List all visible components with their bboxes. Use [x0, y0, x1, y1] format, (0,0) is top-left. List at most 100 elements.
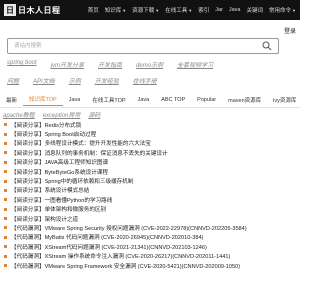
- list-item[interactable]: 【阅读分享】Spring Boot启动过程: [0, 129, 300, 138]
- list-item[interactable]: 【阅读分享】消息队列的事务机制：保证消息不丢失的关键设计: [0, 148, 300, 157]
- nav-item[interactable]: 关键词: [247, 6, 264, 14]
- nav-item[interactable]: 首页: [88, 6, 99, 14]
- category-tab[interactable]: 最新: [0, 96, 23, 104]
- list-item-title: 【阅读分享】系统设计模式总结: [11, 188, 90, 195]
- keyword-link[interactable]: 在线手册: [133, 76, 157, 85]
- list-item-title: 【代码漏洞】MyBatis 代码问题漏洞 (CVE-2020-26945)(CN…: [11, 235, 204, 242]
- list-item-title: 【阅读分享】Spring中的循环依赖和三级缓存机制: [11, 179, 134, 186]
- nav-item[interactable]: Java: [229, 7, 241, 13]
- keyword-links-row-1: spring boot jvm开发分享 开发指南 demo示例 全套视频学习: [7, 60, 213, 69]
- list-item[interactable]: 【阅读分享】Spring中的循环依赖和三级缓存机制: [0, 176, 300, 185]
- chevron-down-icon: ▼: [155, 8, 160, 13]
- list-item[interactable]: 【阅读分享】单体架构和微服务的区别: [0, 205, 300, 214]
- list-item-title: 【代码漏洞】VMware Spring Framework 安全漏洞 (CVE-…: [11, 263, 241, 270]
- keyword-link[interactable]: 开发经验: [95, 76, 119, 85]
- bullet-icon: [4, 141, 7, 145]
- list-item-title: 【阅读分享】单体架构和微服务的区别: [11, 207, 107, 214]
- bullet-icon: [4, 254, 7, 258]
- nav-item[interactable]: 在线工具▼: [165, 6, 192, 14]
- bullet-icon: [4, 217, 7, 221]
- bullet-icon: [4, 160, 7, 164]
- logo-mark: 日: [4, 4, 16, 16]
- category-tab[interactable]: ivy资源库: [267, 96, 302, 104]
- bullet-icon: [4, 188, 7, 192]
- bullet-icon: [4, 123, 7, 127]
- category-tab[interactable]: Java: [132, 97, 156, 103]
- keyword-link[interactable]: spring boot: [7, 60, 37, 69]
- bullet-icon: [4, 235, 7, 239]
- search-bar: [7, 38, 279, 54]
- list-item[interactable]: 【代码漏洞】XStream 操作系统命令注入漏洞 (CVE-2020-26217…: [0, 251, 300, 260]
- bullet-icon: [4, 226, 7, 230]
- keyword-link[interactable]: 全套视频学习: [177, 60, 213, 69]
- bullet-icon: [4, 264, 7, 268]
- list-item-title: 【阅读分享】架构设计之道: [11, 216, 79, 223]
- bullet-icon: [4, 151, 7, 155]
- category-tab[interactable]: maven资源库: [222, 96, 267, 104]
- login-link[interactable]: 登录: [284, 26, 296, 35]
- list-item[interactable]: 【代码漏洞】VMware Spring Framework 安全漏洞 (CVE-…: [0, 261, 300, 270]
- list-item-title: 【阅读分享】多线程设计模式：提升开发性能的六大法宝: [11, 141, 151, 148]
- list-item-title: 【阅读分享】消息队列的事务机制：保证消息不丢失的关键设计: [11, 150, 168, 157]
- bullet-icon: [4, 179, 7, 183]
- list-item[interactable]: 【阅读分享】多线程设计模式：提升开发性能的六大法宝: [0, 139, 300, 148]
- keyword-link[interactable]: jvm开发分享: [51, 60, 84, 69]
- logo-text: 日木人日程: [18, 5, 61, 15]
- nav-item-label: 在线工具: [165, 8, 188, 14]
- keyword-link[interactable]: API文档: [33, 76, 55, 85]
- keyword-link[interactable]: demo示例: [136, 60, 163, 69]
- list-item-title: 【阅读分享】JAVA高级工程师知识图谱: [11, 160, 109, 167]
- nav-item[interactable]: 常用命令▼: [269, 6, 296, 14]
- list-item[interactable]: 【阅读分享】ByteByteGo系统设计课程: [0, 167, 300, 176]
- top-nav-bar: 日 日木人日程 首页 知识库▼ 资源下载▼ 在线工具▼ 索引 Jar Java 关键词 常用命令…: [0, 0, 300, 20]
- category-tabs: 最新 知识库TOP Java 在线工具TOP Java ABC TOP Popular mav…: [0, 93, 300, 108]
- nav-item-label: 首页: [87, 8, 99, 14]
- category-tab[interactable]: Java: [63, 97, 87, 103]
- list-item[interactable]: 【代码漏洞】MyBatis 代码问题漏洞 (CVE-2020-26945)(CN…: [0, 233, 300, 242]
- bullet-icon: [4, 132, 7, 136]
- tag-links-row: apache教程 exception异常 源码: [3, 110, 100, 119]
- search-icon[interactable]: [262, 41, 272, 51]
- nav-item[interactable]: 索引: [198, 6, 209, 14]
- chevron-down-icon: ▼: [122, 8, 127, 13]
- main-nav: 首页 知识库▼ 资源下载▼ 在线工具▼ 索引 Jar Java 关键词 常用命令▼: [88, 6, 296, 14]
- tag-link[interactable]: apache教程: [3, 110, 35, 119]
- keyword-link[interactable]: 示例: [69, 76, 81, 85]
- category-tab[interactable]: Popular: [191, 97, 222, 103]
- bullet-icon: [4, 170, 7, 174]
- list-item[interactable]: 【阅读分享】一图看懂Python的学习路线: [0, 195, 300, 204]
- nav-item-label: Java: [228, 7, 241, 13]
- list-item[interactable]: 【阅读分享】架构设计之道: [0, 214, 300, 223]
- keyword-link[interactable]: 开发指南: [98, 60, 122, 69]
- list-item[interactable]: 【代码漏洞】XStream代码问题漏洞 (CVE-2021-21341)(CNN…: [0, 242, 300, 251]
- nav-item[interactable]: 资源下载▼: [132, 6, 159, 14]
- nav-item[interactable]: Jar: [215, 7, 223, 13]
- list-item-title: 【代码漏洞】XStream代码问题漏洞 (CVE-2021-21341)(CNN…: [11, 244, 207, 251]
- list-item-title: 【阅读分享】Spring Boot启动过程: [11, 132, 97, 139]
- list-item-title: 【阅读分享】一图看懂Python的学习路线: [11, 197, 113, 204]
- list-item-title: 【代码漏洞】XStream 操作系统命令注入漏洞 (CVE-2020-26217…: [11, 254, 231, 261]
- nav-item[interactable]: 知识库▼: [105, 6, 126, 14]
- search-input[interactable]: [8, 42, 256, 50]
- list-item-title: 【阅读分享】ByteByteGo系统设计课程: [11, 169, 108, 176]
- list-item[interactable]: 【代码漏洞】VMware Spring Security 授权问题漏洞 (CVE…: [0, 223, 300, 232]
- category-tab[interactable]: 知识库TOP: [23, 95, 63, 106]
- site-logo[interactable]: 日 日木人日程: [4, 3, 61, 17]
- nav-item-label: 索引: [198, 8, 210, 14]
- list-item[interactable]: 【阅读分享】系统设计模式总结: [0, 186, 300, 195]
- keyword-link[interactable]: 问题: [7, 76, 19, 85]
- category-tab[interactable]: ABC TOP: [155, 97, 191, 103]
- list-item[interactable]: 【阅读分享】JAVA高级工程师知识图谱: [0, 158, 300, 167]
- tag-link[interactable]: exception异常: [43, 110, 81, 119]
- list-item-title: 【阅读分享】Redis分布式锁: [11, 122, 82, 129]
- chevron-down-icon: ▼: [292, 8, 296, 13]
- bullet-icon: [4, 198, 7, 202]
- category-tab[interactable]: 在线工具TOP: [86, 96, 131, 104]
- keyword-links-row-2: 问题 API文档 示例 开发经验 在线手册: [7, 76, 157, 85]
- tag-link[interactable]: 源码: [88, 110, 100, 119]
- article-list: 【阅读分享】Redis分布式锁 【阅读分享】Spring Boot启动过程 【阅读分…: [0, 120, 300, 270]
- nav-item-label: Jar: [215, 7, 223, 13]
- bullet-icon: [4, 245, 7, 249]
- list-item[interactable]: 【阅读分享】Redis分布式锁: [0, 120, 300, 129]
- chevron-down-icon: ▼: [188, 8, 193, 13]
